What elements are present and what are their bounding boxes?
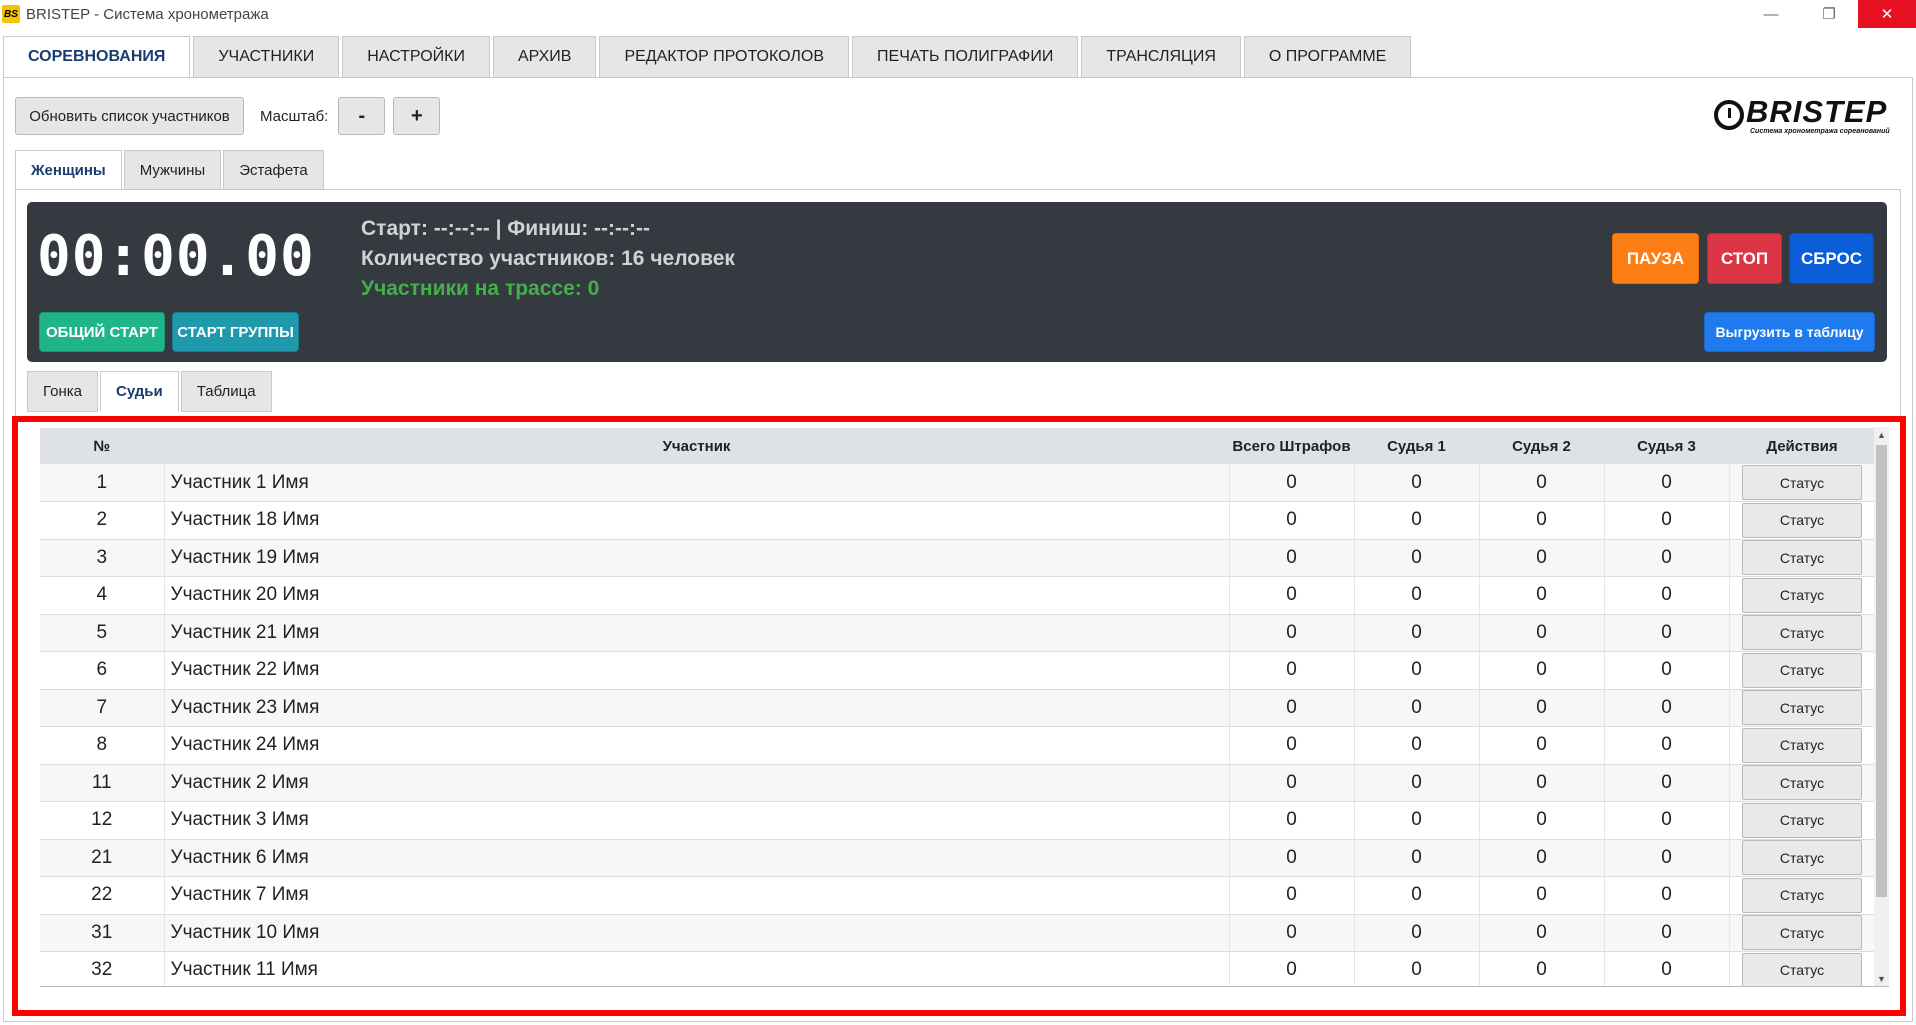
bristep-logo: BRISTEP Система хронометража соревновани… [1710,92,1900,142]
window-controls: — ❐ ✕ [1742,0,1916,28]
toolbar: Обновить список участников Масштаб: - + [15,97,448,135]
main-tab-bar: СОРЕВНОВАНИЯ УЧАСТНИКИ НАСТРОЙКИ АРХИВ Р… [3,36,1414,78]
minimize-button[interactable]: — [1742,0,1800,28]
tab-table[interactable]: Таблица [180,371,272,412]
scale-label: Масштаб: [260,107,329,125]
tab-competitions[interactable]: СОРЕВНОВАНИЯ [3,36,191,78]
title-bar: BS BRISTEP - Система хронометража — ❐ ✕ [0,0,1916,28]
tab-relay[interactable]: Эстафета [223,150,324,190]
tab-men[interactable]: Мужчины [123,150,222,190]
logo-subtitle: Система хронометража соревнований [1750,128,1890,135]
timer-panel: 00:00.00 Старт: --:--:-- | Финиш: --:--:… [27,202,1887,362]
reset-button[interactable]: СБРОС [1789,233,1874,284]
tab-protocol-editor[interactable]: РЕДАКТОР ПРОТОКОЛОВ [599,36,850,78]
window-title: BRISTEP - Система хронометража [26,5,269,23]
app-logo-icon: BS [2,5,20,23]
highlight-frame [12,416,1906,1016]
tab-women[interactable]: Женщины [15,150,122,190]
tab-settings[interactable]: НАСТРОЙКИ [342,36,490,78]
tab-participants[interactable]: УЧАСТНИКИ [193,36,340,78]
gender-tab-bar: Женщины Мужчины Эстафета [15,150,326,190]
zoom-in-button[interactable]: + [393,97,441,135]
participants-on-track: Участники на трассе: 0 [361,277,600,300]
tab-about[interactable]: О ПРОГРАММЕ [1243,36,1412,78]
stopwatch-icon [1714,100,1744,130]
tab-broadcast[interactable]: ТРАНСЛЯЦИЯ [1081,36,1241,78]
stop-button[interactable]: СТОП [1707,233,1782,284]
close-button[interactable]: ✕ [1858,0,1916,28]
tab-judges[interactable]: Судьи [99,371,179,412]
zoom-out-button[interactable]: - [338,97,386,135]
common-start-button[interactable]: ОБЩИЙ СТАРТ [39,312,165,352]
refresh-participants-button[interactable]: Обновить список участников [15,97,244,135]
start-finish-info: Старт: --:--:-- | Финиш: --:--:-- [361,217,650,240]
pause-button[interactable]: ПАУЗА [1612,233,1699,284]
sub-tab-bar: Гонка Судьи Таблица [27,371,274,412]
tab-race[interactable]: Гонка [27,371,98,412]
export-to-table-button[interactable]: Выгрузить в таблицу [1704,312,1875,352]
race-timer: 00:00.00 [37,224,315,289]
maximize-button[interactable]: ❐ [1800,0,1858,28]
group-start-button[interactable]: СТАРТ ГРУППЫ [172,312,299,352]
tab-archive[interactable]: АРХИВ [492,36,597,78]
participants-count: Количество участников: 16 человек [361,247,735,270]
logo-text: BRISTEP [1746,94,1888,129]
tab-print[interactable]: ПЕЧАТЬ ПОЛИГРАФИИ [852,36,1079,78]
